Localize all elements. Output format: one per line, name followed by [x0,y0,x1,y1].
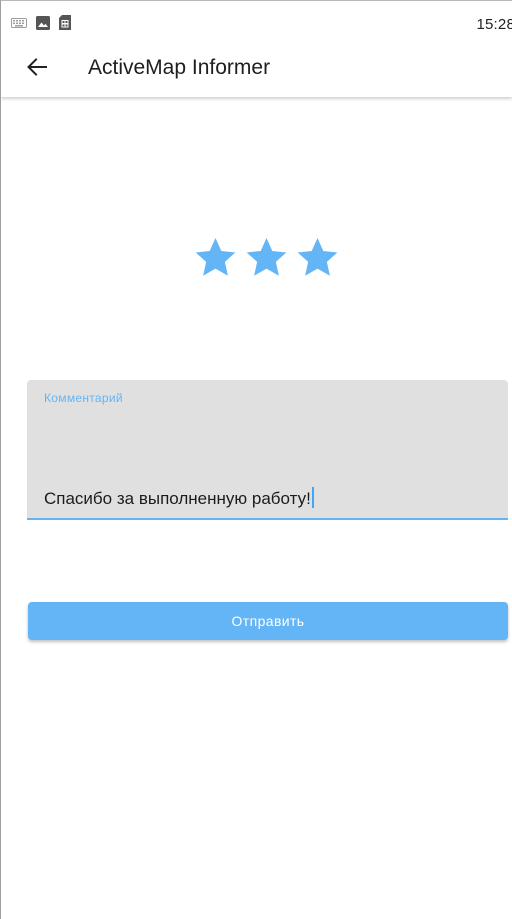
keyboard-icon [11,17,27,28]
app-title: ActiveMap Informer [88,56,271,79]
status-bar: 15:28 [1,1,512,41]
status-time: 15:28 [476,16,512,33]
star-icon[interactable] [193,235,238,280]
star-icon[interactable] [295,235,340,280]
comment-field[interactable]: Комментарий Спасибо за выполненную работ… [27,380,508,520]
submit-label: Отправить [231,613,305,629]
comment-text: Спасибо за выполненную работу! [44,489,311,508]
app-bar: ActiveMap Informer [1,41,512,97]
comment-label: Комментарий [44,391,123,405]
sim-card-icon [59,15,71,30]
arrow-back-icon [27,57,47,81]
rating-stars[interactable] [193,235,340,280]
status-icons [11,15,71,30]
comment-input[interactable]: Спасибо за выполненную работу! [44,487,314,509]
text-caret [311,487,314,508]
back-button[interactable] [21,53,53,85]
star-icon[interactable] [244,235,289,280]
screen: 15:28 ActiveMap Informer Комментарий Спа… [0,0,512,919]
image-icon [36,15,50,30]
submit-button[interactable]: Отправить [28,602,508,640]
